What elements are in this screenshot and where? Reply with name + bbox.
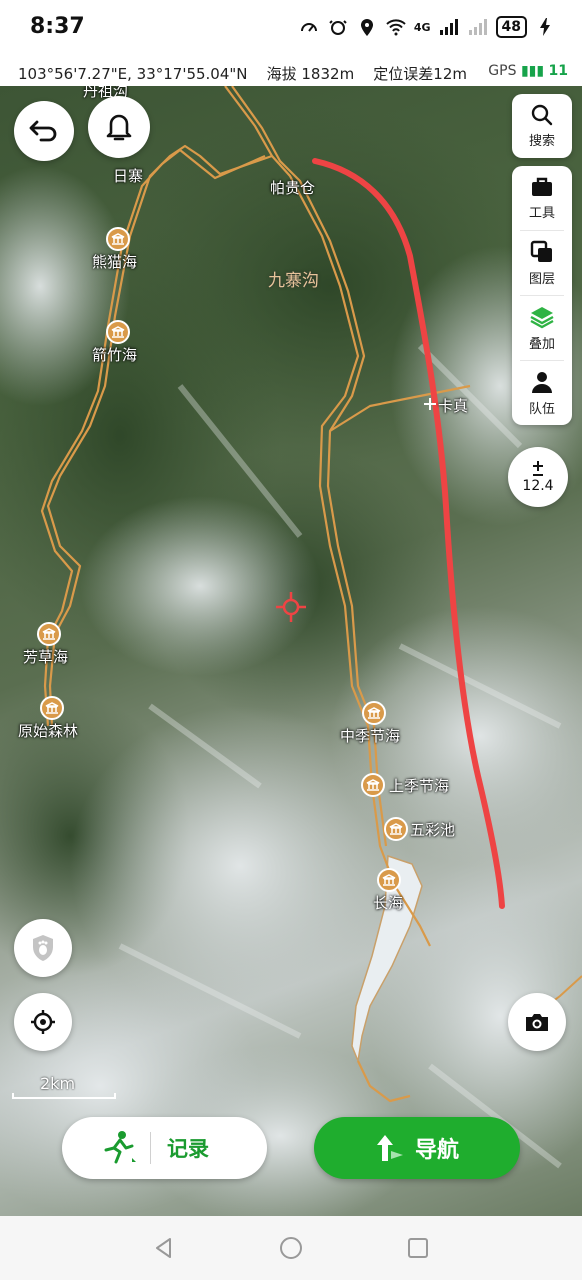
landmark-icon bbox=[377, 868, 401, 892]
locate-button[interactable] bbox=[14, 993, 72, 1051]
poi-changhai[interactable]: 长海 bbox=[373, 868, 403, 913]
signal-empty-icon bbox=[467, 16, 489, 38]
landmark-icon bbox=[106, 320, 130, 344]
altitude: 海拔 1832m bbox=[266, 65, 355, 83]
back-button[interactable] bbox=[14, 101, 74, 161]
poi-label: 芳草海 bbox=[23, 648, 69, 666]
layers-button[interactable]: 图层 bbox=[512, 231, 572, 295]
landmark-icon bbox=[37, 622, 61, 646]
team-button[interactable]: 队伍 bbox=[512, 361, 572, 425]
poi-jianzhuhai[interactable]: 箭竹海 bbox=[92, 320, 137, 365]
coordinate-bar: 103°56'7.27"E, 33°17'55.04"N 海拔 1832m 定位… bbox=[0, 58, 582, 86]
poi-label: 中季节海 bbox=[340, 727, 401, 745]
poi-zhongjijiehai[interactable]: 中季节海 bbox=[340, 701, 400, 746]
back-icon bbox=[29, 120, 57, 142]
status-icons: 4G 48 bbox=[298, 16, 556, 38]
charging-icon bbox=[534, 16, 556, 38]
record-divider bbox=[150, 1132, 151, 1164]
gps-status: GPS ▮▮▮ 11 bbox=[488, 63, 568, 79]
poi-label: 原始森林 bbox=[18, 722, 79, 740]
poi-yuanshisenlin[interactable]: 原始森林 bbox=[18, 696, 78, 741]
landmark-icon bbox=[40, 696, 64, 720]
poi-label: 熊猫海 bbox=[92, 253, 138, 271]
tools-card: 工具 图层 叠加 队伍 bbox=[512, 166, 572, 425]
search-button[interactable]: 搜索 bbox=[512, 94, 572, 158]
bell-icon bbox=[106, 114, 132, 141]
scale-label: 2km bbox=[40, 1074, 76, 1093]
camera-button[interactable] bbox=[508, 993, 566, 1051]
poi-label: 五彩池 bbox=[410, 820, 456, 839]
gps-label: GPS bbox=[488, 63, 517, 79]
place-label-paguicang: 帕贵仓 bbox=[270, 179, 316, 197]
notification-button[interactable] bbox=[88, 96, 150, 158]
speed-icon bbox=[298, 16, 320, 38]
landmark-icon bbox=[361, 773, 385, 797]
team-label: 队伍 bbox=[528, 401, 555, 417]
toolbox-icon bbox=[532, 177, 552, 196]
poi-fangcaohai[interactable]: 芳草海 bbox=[23, 622, 68, 667]
gps-satellite-count: 11 bbox=[548, 63, 568, 79]
layers-label: 图层 bbox=[528, 271, 555, 287]
search-label: 搜索 bbox=[528, 133, 555, 149]
place-label-kazhen: 卡真 bbox=[438, 397, 469, 415]
zoom-level: 12.4 bbox=[522, 478, 554, 494]
tools-label: 工具 bbox=[528, 205, 555, 221]
network-label: 4G bbox=[413, 20, 431, 34]
terrain-layer bbox=[0, 86, 582, 1216]
search-card[interactable]: 搜索 bbox=[512, 94, 572, 158]
poi-wucaichi[interactable]: 五彩池 bbox=[384, 817, 455, 841]
navigate-label: 导航 bbox=[414, 1138, 459, 1163]
coordinate-readout: 103°56'7.27"E, 33°17'55.04"N 海拔 1832m 定位… bbox=[18, 63, 467, 84]
system-back-icon[interactable] bbox=[152, 1236, 176, 1260]
signal-icon bbox=[438, 16, 460, 38]
system-navigation-bar bbox=[0, 1216, 582, 1280]
landmark-icon bbox=[362, 701, 386, 725]
running-person-icon bbox=[104, 1131, 136, 1164]
location-accuracy: 定位误差12m bbox=[373, 65, 467, 83]
camera-icon bbox=[526, 1014, 548, 1031]
poi-label: 箭竹海 bbox=[92, 346, 138, 364]
locate-icon bbox=[31, 1010, 55, 1034]
wifi-icon bbox=[385, 16, 407, 38]
landmark-icon bbox=[106, 227, 130, 251]
area-label-jiuzhaigou: 九寨沟 bbox=[268, 271, 319, 291]
navigate-arrow-icon bbox=[376, 1135, 403, 1161]
poi-xiongmaohai[interactable]: 熊猫海 bbox=[92, 227, 137, 272]
coordinates: 103°56'7.27"E, 33°17'55.04"N bbox=[18, 65, 248, 83]
battery-indicator: 48 bbox=[495, 16, 527, 38]
overlay-label: 叠加 bbox=[528, 336, 555, 352]
navigate-button[interactable]: 导航 bbox=[314, 1117, 520, 1179]
poi-label: 上季节海 bbox=[389, 776, 450, 795]
overlay-button[interactable]: 叠加 bbox=[512, 296, 572, 360]
system-recents-icon[interactable] bbox=[406, 1236, 430, 1260]
layers-icon bbox=[530, 240, 552, 262]
tools-button[interactable]: 工具 bbox=[512, 166, 572, 230]
location-icon bbox=[356, 16, 378, 38]
poi-shangjijiehai[interactable]: 上季节海 bbox=[361, 773, 449, 797]
poi-label: 长海 bbox=[373, 894, 404, 912]
scale-bar bbox=[12, 1093, 116, 1099]
record-button[interactable]: 记录 bbox=[62, 1117, 267, 1179]
footprint-shield-icon bbox=[33, 935, 53, 961]
place-label-rizhai: 日寨 bbox=[113, 167, 144, 185]
team-icon bbox=[532, 371, 552, 393]
status-time: 8:37 bbox=[30, 14, 85, 39]
gps-signal-icon: ▮▮▮ bbox=[520, 63, 545, 79]
zoom-button[interactable]: 12.4 bbox=[508, 447, 568, 507]
map-view[interactable]: 九寨沟 丹祖沟 日寨 帕贵仓 卡真 熊猫海 箭竹海 芳草海 原始森林 中季节海 … bbox=[0, 86, 582, 1216]
footprint-button[interactable] bbox=[14, 919, 72, 977]
landmark-icon bbox=[384, 817, 408, 841]
search-icon bbox=[531, 104, 553, 125]
map-scale: 2km bbox=[12, 1074, 116, 1099]
alarm-icon bbox=[327, 16, 349, 38]
system-home-icon[interactable] bbox=[279, 1236, 303, 1260]
status-bar: 8:37 4G 48 bbox=[0, 0, 582, 58]
record-label: 记录 bbox=[167, 1137, 209, 1161]
plus-minus-icon bbox=[533, 461, 543, 476]
overlay-stack-icon bbox=[530, 306, 554, 328]
